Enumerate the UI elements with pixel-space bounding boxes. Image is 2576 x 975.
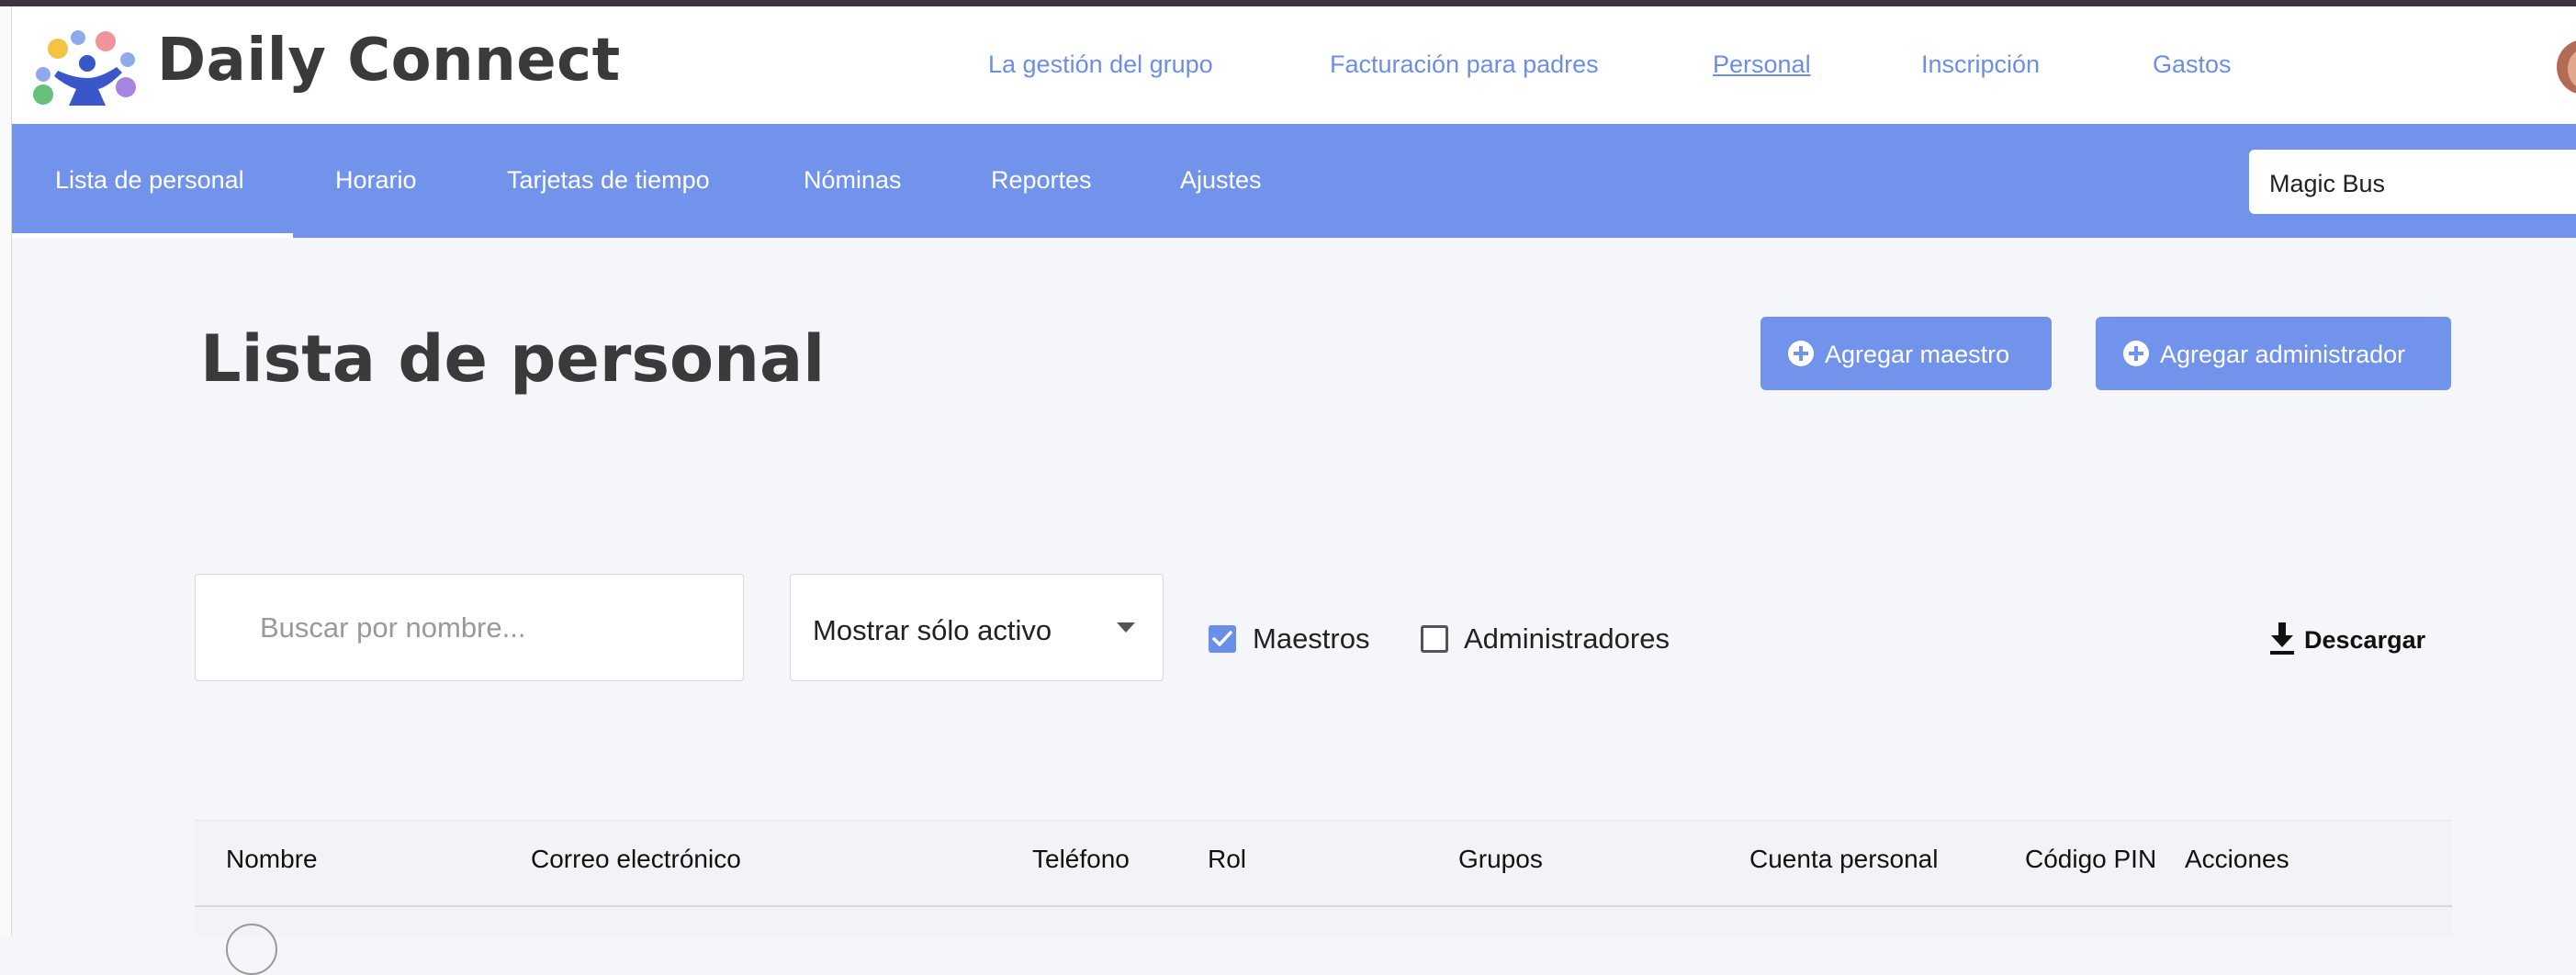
staff-table: Nombre Correo electrónico Teléfono Rol G… (195, 820, 2452, 975)
window-left-edge (0, 6, 12, 936)
table-header-divider (195, 905, 2452, 907)
plus-circle-icon (1788, 341, 1814, 366)
column-header-email[interactable]: Correo electrónico (531, 845, 741, 874)
teachers-checkbox-label: Maestros (1253, 622, 1370, 655)
add-teacher-label: Agregar maestro (1825, 341, 2010, 368)
sub-nav-schedule[interactable]: Horario (335, 166, 417, 195)
user-avatar[interactable] (2557, 39, 2576, 95)
sub-nav-reports[interactable]: Reportes (991, 166, 1092, 195)
column-header-pin-code[interactable]: Código PIN (2025, 845, 2156, 874)
chevron-down-icon (1117, 622, 1135, 633)
status-filter-value: Mostrar sólo activo (813, 614, 1052, 646)
sub-nav-bar: Lista de personal Horario Tarjetas de ti… (12, 124, 2576, 238)
search-input[interactable] (195, 574, 744, 681)
avatar (226, 924, 277, 975)
column-header-name[interactable]: Nombre (226, 845, 318, 874)
brand-name: Daily Connect (157, 27, 621, 95)
top-nav-group-management[interactable]: La gestión del grupo (988, 50, 1213, 79)
branch-select[interactable]: Magic Bus (2249, 150, 2576, 214)
admins-checkbox-label: Administradores (1464, 622, 1670, 655)
download-label: Descargar (2304, 626, 2426, 654)
sub-nav-time-cards[interactable]: Tarjetas de tiempo (507, 166, 710, 195)
download-button[interactable]: Descargar (2267, 621, 2425, 657)
admins-checkbox[interactable] (1421, 625, 1448, 653)
daily-connect-logo-icon[interactable] (30, 21, 141, 109)
column-header-staff-account[interactable]: Cuenta personal (1749, 845, 1938, 874)
plus-circle-icon (2123, 341, 2149, 366)
sub-nav-staff-list[interactable]: Lista de personal (55, 166, 244, 195)
add-teacher-button[interactable]: Agregar maestro (1760, 317, 2052, 390)
top-nav-parent-billing[interactable]: Facturación para padres (1330, 50, 1599, 79)
teachers-checkbox[interactable] (1209, 625, 1236, 653)
column-header-groups[interactable]: Grupos (1458, 845, 1543, 874)
branch-select-value: Magic Bus (2269, 170, 2386, 197)
column-header-actions: Acciones (2185, 845, 2289, 873)
status-filter-select[interactable]: Mostrar sólo activo (790, 574, 1164, 681)
top-nav-staff[interactable]: Personal (1713, 50, 1811, 79)
download-icon (2270, 622, 2294, 655)
sub-nav-payroll[interactable]: Nóminas (804, 166, 902, 195)
sub-nav-settings[interactable]: Ajustes (1180, 166, 1262, 195)
app-header: Daily Connect La gestión del grupo Factu… (12, 6, 2576, 124)
check-icon (1212, 631, 1232, 646)
top-nav-expenses[interactable]: Gastos (2153, 50, 2232, 79)
add-admin-label: Agregar administrador (2160, 341, 2406, 368)
add-admin-button[interactable]: Agregar administrador (2096, 317, 2451, 390)
window-top-strip (0, 0, 2576, 6)
column-header-role[interactable]: Rol (1208, 845, 1246, 874)
avatar-face (2568, 49, 2576, 89)
page-title: Lista de personal (200, 321, 826, 397)
active-tab-indicator (12, 233, 293, 238)
top-nav-enrollment[interactable]: Inscripción (1921, 50, 2040, 79)
column-header-phone[interactable]: Teléfono (1032, 845, 1130, 874)
